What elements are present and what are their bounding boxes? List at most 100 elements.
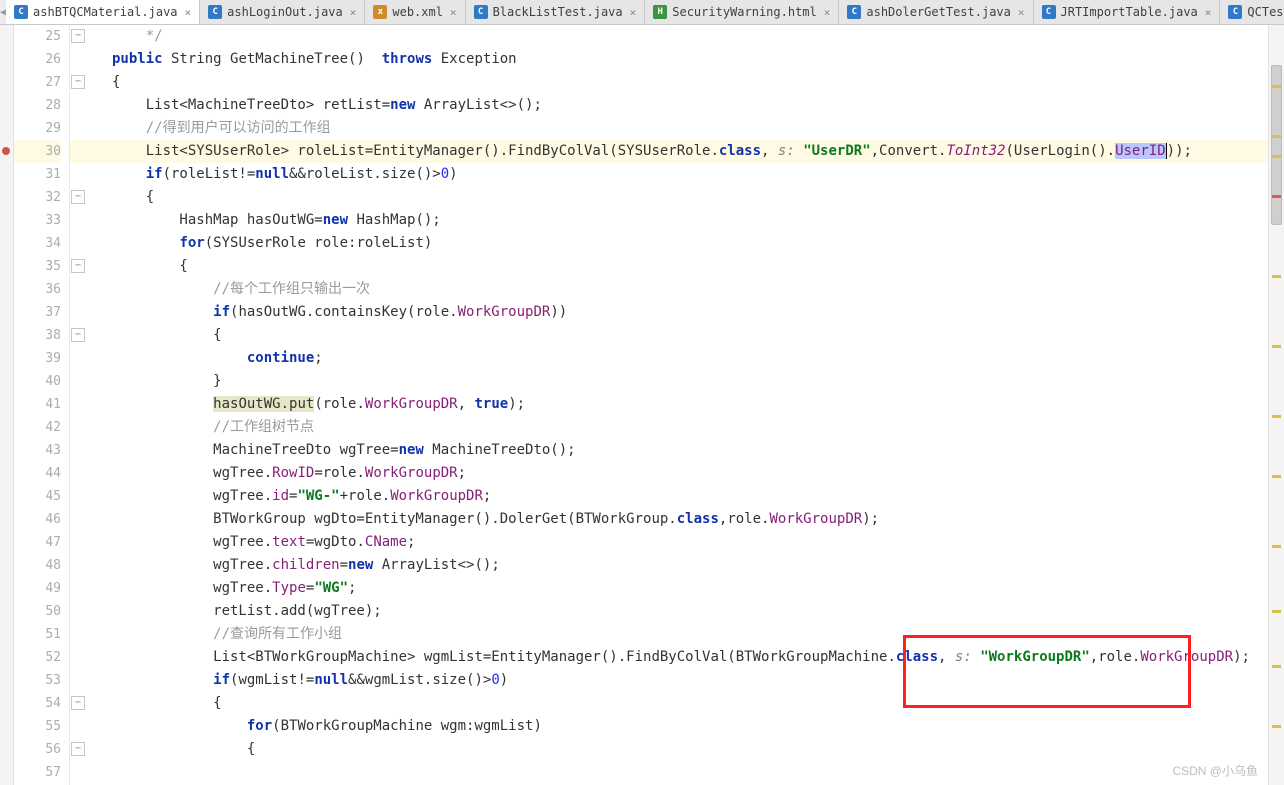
marker-icon[interactable]	[1272, 155, 1281, 158]
scrollbar-thumb[interactable]	[1271, 65, 1282, 225]
close-icon[interactable]: ×	[185, 6, 192, 19]
line-number[interactable]: 43	[14, 439, 61, 462]
fold-toggle-icon[interactable]: −	[71, 696, 85, 710]
marker-icon[interactable]	[1272, 135, 1281, 138]
code-text: public	[112, 51, 163, 67]
breakpoint-gutter[interactable]	[0, 25, 14, 785]
line-number[interactable]: 38	[14, 324, 61, 347]
close-icon[interactable]: ×	[450, 6, 457, 19]
marker-icon[interactable]	[1272, 610, 1281, 613]
code-editor[interactable]: 2526272829303132333435363738394041424344…	[0, 25, 1284, 785]
line-number[interactable]: 47	[14, 531, 61, 554]
fold-toggle-icon[interactable]: −	[71, 75, 85, 89]
breakpoint-icon[interactable]	[2, 147, 10, 155]
marker-icon[interactable]	[1272, 85, 1281, 88]
line-number[interactable]: 27	[14, 71, 61, 94]
line-number[interactable]: 42	[14, 416, 61, 439]
fold-toggle-icon[interactable]: −	[71, 259, 85, 273]
line-number[interactable]: 32	[14, 186, 61, 209]
line-number[interactable]: 30	[14, 140, 61, 163]
tab-label: ashDolerGetTest.java	[866, 5, 1011, 19]
marker-icon[interactable]	[1272, 725, 1281, 728]
line-number[interactable]: 49	[14, 577, 61, 600]
java-class-icon: C	[1042, 5, 1056, 19]
line-number[interactable]: 40	[14, 370, 61, 393]
line-number[interactable]: 45	[14, 485, 61, 508]
line-number[interactable]: 39	[14, 347, 61, 370]
marker-icon[interactable]	[1272, 275, 1281, 278]
editor-tab[interactable]: C QCTestResult.class ×	[1220, 0, 1284, 24]
close-icon[interactable]: ×	[824, 6, 831, 19]
line-number[interactable]: 57	[14, 761, 61, 784]
fold-toggle-icon[interactable]: −	[71, 29, 85, 43]
tab-label: QCTestResult.class	[1247, 5, 1284, 19]
code-comment: //工作组树节点	[112, 419, 314, 435]
line-number[interactable]: 46	[14, 508, 61, 531]
fold-toggle-icon[interactable]: −	[71, 328, 85, 342]
tab-label: JRTImportTable.java	[1061, 5, 1198, 19]
editor-tab[interactable]: C ashLoginOut.java ×	[200, 0, 365, 24]
marker-icon[interactable]	[1272, 345, 1281, 348]
close-icon[interactable]: ×	[1205, 6, 1212, 19]
close-icon[interactable]: ×	[630, 6, 637, 19]
code-text: {	[88, 186, 1268, 209]
marker-icon[interactable]	[1272, 475, 1281, 478]
line-number[interactable]: 35	[14, 255, 61, 278]
tab-label: ashLoginOut.java	[227, 5, 343, 19]
line-number[interactable]: 51	[14, 623, 61, 646]
line-number[interactable]: 56	[14, 738, 61, 761]
line-number[interactable]: 31	[14, 163, 61, 186]
line-number[interactable]: 37	[14, 301, 61, 324]
line-number[interactable]: 28	[14, 94, 61, 117]
code-text: retList.add(wgTree);	[88, 600, 1268, 623]
watermark-text: CSDN @小乌鱼	[1172, 762, 1258, 779]
editor-tab[interactable]: C ashDolerGetTest.java ×	[839, 0, 1033, 24]
code-text: {	[88, 738, 1268, 761]
marker-icon[interactable]	[1272, 545, 1281, 548]
code-text: {	[88, 324, 1268, 347]
vertical-scrollbar[interactable]	[1268, 25, 1284, 785]
line-number[interactable]: 50	[14, 600, 61, 623]
tab-label: BlackListTest.java	[493, 5, 623, 19]
line-number[interactable]: 36	[14, 278, 61, 301]
line-number[interactable]: 55	[14, 715, 61, 738]
line-number-gutter[interactable]: 2526272829303132333435363738394041424344…	[14, 25, 70, 785]
marker-icon[interactable]	[1272, 665, 1281, 668]
java-class-icon: C	[14, 5, 28, 19]
line-number[interactable]: 26	[14, 48, 61, 71]
line-number[interactable]: 41	[14, 393, 61, 416]
html-file-icon: H	[653, 5, 667, 19]
code-text: }	[88, 370, 1268, 393]
line-number[interactable]: 33	[14, 209, 61, 232]
line-number[interactable]: 44	[14, 462, 61, 485]
code-comment: //每个工作组只输出一次	[112, 281, 370, 297]
close-icon[interactable]: ×	[1018, 6, 1025, 19]
code-text: {	[88, 255, 1268, 278]
tab-label: web.xml	[392, 5, 443, 19]
line-number[interactable]: 53	[14, 669, 61, 692]
line-number[interactable]: 34	[14, 232, 61, 255]
close-icon[interactable]: ×	[350, 6, 357, 19]
line-number[interactable]: 52	[14, 646, 61, 669]
editor-tab[interactable]: H SecurityWarning.html ×	[645, 0, 839, 24]
editor-tab[interactable]: x web.xml ×	[365, 0, 465, 24]
xml-file-icon: x	[373, 5, 387, 19]
editor-tab[interactable]: C JRTImportTable.java ×	[1034, 0, 1221, 24]
fold-gutter[interactable]: − − − − − − −	[70, 25, 88, 785]
line-number[interactable]: 48	[14, 554, 61, 577]
editor-tab[interactable]: C BlackListTest.java ×	[466, 0, 646, 24]
fold-toggle-icon[interactable]: −	[71, 742, 85, 756]
editor-tab[interactable]: C ashBTQCMaterial.java ×	[6, 0, 200, 24]
line-number[interactable]: 29	[14, 117, 61, 140]
marker-icon[interactable]	[1272, 195, 1281, 198]
code-area[interactable]: */ public String GetMachineTree() throws…	[88, 25, 1268, 785]
fold-toggle-icon[interactable]: −	[71, 190, 85, 204]
code-comment: //查询所有工作小组	[112, 626, 342, 642]
code-comment: //得到用户可以访问的工作组	[112, 120, 331, 136]
code-text: */	[112, 28, 163, 44]
line-number[interactable]: 25	[14, 25, 61, 48]
code-text: {	[88, 692, 1268, 715]
line-number[interactable]: 54	[14, 692, 61, 715]
code-text: {	[88, 71, 1268, 94]
marker-icon[interactable]	[1272, 415, 1281, 418]
